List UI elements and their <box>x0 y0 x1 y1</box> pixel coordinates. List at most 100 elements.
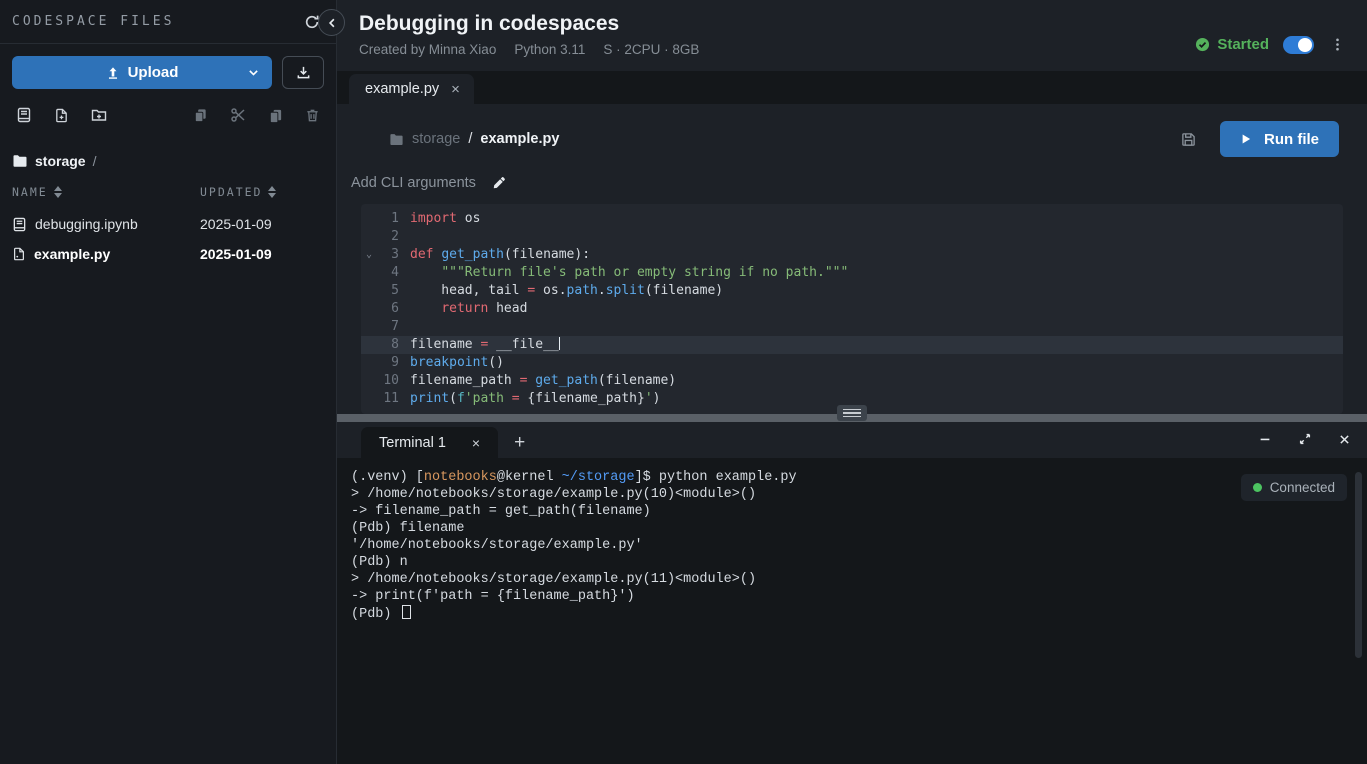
more-options-button[interactable] <box>1328 35 1347 54</box>
new-notebook-button[interactable] <box>14 105 34 125</box>
panel-resize-handle[interactable] <box>337 414 1367 422</box>
new-file-button[interactable] <box>52 106 71 125</box>
download-all-button[interactable] <box>282 56 324 89</box>
connection-status-badge: Connected <box>1241 474 1347 501</box>
line-number[interactable]: 4 <box>377 264 399 282</box>
delete-button[interactable] <box>303 106 322 125</box>
line-number[interactable]: 3 <box>377 246 399 264</box>
line-number[interactable]: 1 <box>377 210 399 228</box>
editor-line[interactable]: 2 <box>361 228 1343 246</box>
minimize-terminal-button[interactable] <box>1256 430 1274 448</box>
pencil-icon <box>492 176 506 190</box>
fold-chevron-icon[interactable]: ⌄ <box>361 246 377 264</box>
fold-gutter <box>361 228 377 246</box>
save-button[interactable] <box>1179 130 1198 149</box>
connected-dot-icon <box>1253 483 1262 492</box>
file-row[interactable]: example.py2025-01-09 <box>12 239 324 269</box>
name-header-label: NAME <box>12 185 48 199</box>
folder-plus-icon <box>91 107 107 123</box>
line-number[interactable]: 8 <box>377 336 399 354</box>
paste-button[interactable] <box>266 106 285 125</box>
editor-line[interactable]: 9breakpoint() <box>361 354 1343 372</box>
upload-button[interactable]: Upload <box>12 56 272 89</box>
chevron-left-icon <box>326 17 338 29</box>
editor-line[interactable]: 1 import os <box>361 210 1343 228</box>
upload-button-label: Upload <box>128 64 179 81</box>
updated-column-header[interactable]: UPDATED <box>200 185 324 199</box>
editor-line[interactable]: 7 <box>361 318 1343 336</box>
python-file-icon <box>12 247 26 261</box>
edit-cli-arguments-button[interactable] <box>490 174 508 192</box>
fold-gutter <box>361 300 377 318</box>
line-number[interactable]: 6 <box>377 300 399 318</box>
tab-terminal-1[interactable]: Terminal 1 × <box>361 427 498 458</box>
updated-header-label: UPDATED <box>200 185 262 199</box>
fold-gutter <box>361 318 377 336</box>
code-text: import os <box>410 210 480 228</box>
editor-line[interactable]: ⌄3 def get_path(filename): <box>361 246 1343 264</box>
trash-icon <box>305 108 320 123</box>
copy-button[interactable] <box>191 106 210 125</box>
close-terminal-tab-icon[interactable]: × <box>472 435 480 451</box>
name-column-header[interactable]: NAME <box>12 185 200 199</box>
new-folder-button[interactable] <box>89 105 109 125</box>
breadcrumb-separator: / <box>468 131 472 147</box>
close-terminal-button[interactable] <box>1336 431 1353 448</box>
app-window: CODESPACE FILES Upload <box>0 0 1367 764</box>
terminal-line: (.venv) [notebooks@kernel ~/storage]$ py… <box>351 469 1353 486</box>
sort-icon <box>268 186 276 198</box>
terminal-line: -> print(f'path = {filename_path}') <box>351 588 1353 605</box>
line-number[interactable]: 10 <box>377 372 399 390</box>
add-terminal-button[interactable]: + <box>514 432 525 454</box>
editor-line[interactable]: 10filename_path = get_path(filename) <box>361 372 1343 390</box>
started-toggle[interactable] <box>1283 36 1314 54</box>
tab-example-py[interactable]: example.py × <box>349 74 474 104</box>
editor-line[interactable]: 5 head, tail = os.path.split(filename) <box>361 282 1343 300</box>
line-number[interactable]: 2 <box>377 228 399 246</box>
editor-line[interactable]: 6 return head <box>361 300 1343 318</box>
breadcrumb-dir[interactable]: storage <box>412 131 460 147</box>
file-actions: Run file <box>1179 121 1339 157</box>
code-editor[interactable]: 1 import os 2⌄3 def get_path(filename):4 ""… <box>361 204 1343 414</box>
code-text: head, tail = os.path.split(filename) <box>410 282 723 300</box>
line-number[interactable]: 9 <box>377 354 399 372</box>
status-badge: Started <box>1195 36 1269 53</box>
run-file-button[interactable]: Run file <box>1220 121 1339 157</box>
cli-arguments-row: Add CLI arguments <box>349 158 1355 194</box>
breadcrumb-dir[interactable]: storage <box>35 153 86 169</box>
file-row[interactable]: debugging.ipynb2025-01-09 <box>12 209 324 239</box>
fold-gutter <box>361 390 377 408</box>
save-icon <box>1181 132 1196 147</box>
code-text: def get_path(filename): <box>410 246 590 264</box>
line-number[interactable]: 11 <box>377 390 399 408</box>
collapse-sidebar-button[interactable] <box>318 9 345 36</box>
file-updated-date: 2025-01-09 <box>200 216 324 232</box>
text-cursor <box>559 337 561 350</box>
scissors-icon <box>230 107 246 123</box>
main-area: Debugging in codespaces Created by Minna… <box>337 0 1367 764</box>
sidebar-breadcrumb: storage / <box>0 135 336 177</box>
sidebar-title: CODESPACE FILES <box>12 14 174 29</box>
fold-gutter <box>361 282 377 300</box>
terminal-output[interactable]: Connected (.venv) [notebooks@kernel ~/st… <box>337 458 1367 764</box>
close-icon <box>1338 433 1351 446</box>
download-icon <box>296 65 311 80</box>
file-toolbar <box>0 99 336 135</box>
line-number[interactable]: 5 <box>377 282 399 300</box>
grip-icon[interactable] <box>837 405 867 421</box>
fold-gutter <box>361 354 377 372</box>
breadcrumb-file: example.py <box>480 131 559 147</box>
code-text: print(f'path = {filename_path}') <box>410 390 660 408</box>
editor-line[interactable]: 8 filename = __file__ <box>361 336 1343 354</box>
line-number[interactable]: 7 <box>377 318 399 336</box>
editor-line[interactable]: 4 """Return file's path or empty string … <box>361 264 1343 282</box>
cut-button[interactable] <box>228 105 248 125</box>
terminal-tab-label: Terminal 1 <box>379 435 446 451</box>
terminal-scrollbar[interactable] <box>1355 472 1362 658</box>
copy-icon <box>193 108 208 123</box>
close-tab-icon[interactable]: × <box>451 81 460 98</box>
file-name: example.py <box>34 246 110 262</box>
expand-terminal-button[interactable] <box>1296 430 1314 448</box>
fold-gutter <box>361 210 377 228</box>
code-text: filename = __file__ <box>410 336 560 354</box>
